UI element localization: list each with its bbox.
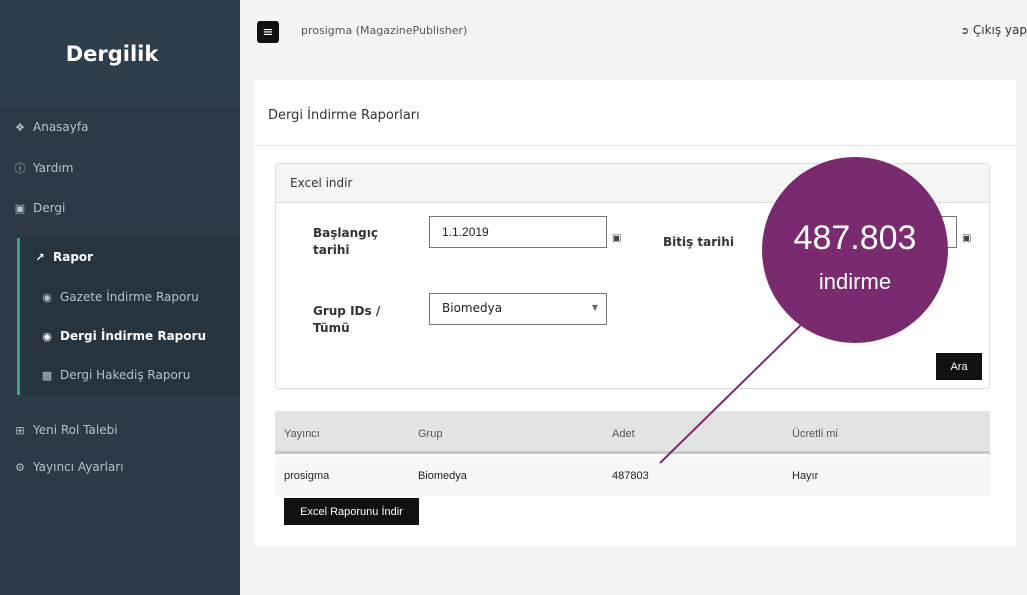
callout-line [659, 319, 807, 464]
download-count-callout: 487.803 indirme [762, 157, 948, 343]
callout-label: indirme [818, 269, 892, 294]
callout-number: 487.803 [793, 219, 917, 257]
